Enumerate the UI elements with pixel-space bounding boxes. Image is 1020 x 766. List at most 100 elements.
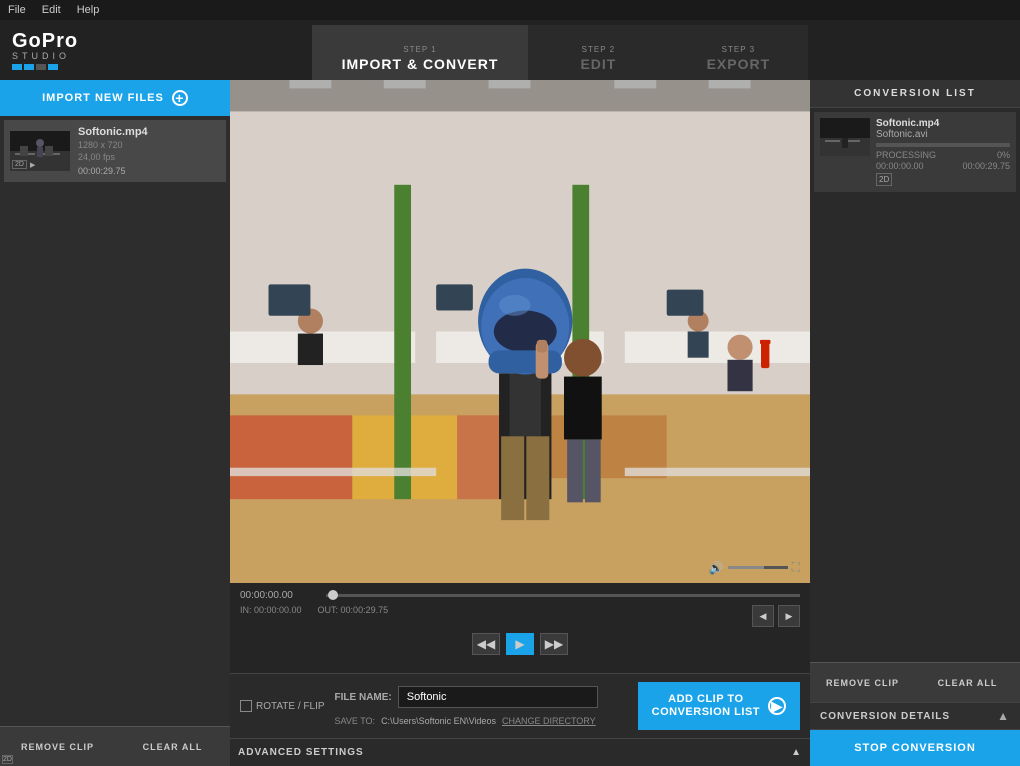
right-clear-all-button[interactable]: CLEAR ALL: [915, 662, 1020, 702]
dot-1: [12, 64, 22, 70]
conv-badge: 2D: [876, 173, 892, 186]
tab-edit[interactable]: STEP 2 EDIT: [528, 25, 668, 80]
dot-4: [48, 64, 58, 70]
advanced-settings-label: ADVANCED SETTINGS: [238, 747, 364, 758]
saveto-label: SAVE TO:: [335, 716, 376, 726]
left-panel: IMPORT NEW FILES +: [0, 80, 230, 766]
menu-edit[interactable]: Edit: [42, 4, 61, 16]
file-name: Softonic.mp4: [78, 126, 220, 138]
conversion-items: 2D Softonic.mp4 Softonic.avi PROCESSING …: [810, 108, 1020, 662]
in-out-info: IN: 00:00:00.00 OUT: 00:00:29.75 ◀ ▶: [240, 603, 800, 629]
volume-icon: 🔊: [709, 561, 724, 575]
timeline-track[interactable]: [326, 594, 800, 597]
add-icon: ▶: [768, 697, 786, 715]
stop-conversion-button[interactable]: STOP CONVERSION: [810, 730, 1020, 766]
volume-fill: [728, 566, 764, 569]
steps-area: STEP 1 IMPORT & CONVERT STEP 2 EDIT STEP…: [112, 20, 1008, 80]
header: GoPro STUDIO STEP 1 IMPORT & CONVERT STE…: [0, 20, 1020, 80]
out-button[interactable]: ▶: [778, 605, 800, 627]
conversion-list-header: CONVERSION LIST: [810, 80, 1020, 108]
file-thumbnail: 2D ▶: [10, 131, 70, 171]
dot-2: [24, 64, 34, 70]
right-panel: CONVERSION LIST 2D Softonic.mp4: [810, 80, 1020, 766]
conversion-details-bar[interactable]: CONVERSION DETAILS ▲: [810, 702, 1020, 730]
add-to-conversion-list-button[interactable]: ADD CLIP TOCONVERSION LIST ▶: [638, 682, 800, 730]
timeline-bar: 00:00:00.00: [240, 583, 800, 603]
conv-filename-in: Softonic.mp4: [876, 118, 1010, 129]
conv-thumbnail: 2D: [820, 118, 870, 156]
menu-bar: File Edit Help: [0, 0, 1020, 20]
rotate-checkbox[interactable]: [240, 700, 252, 712]
fullscreen-icon[interactable]: ⛶: [792, 560, 800, 575]
volume-row: 🔊 ⛶: [709, 560, 800, 575]
fast-forward-button[interactable]: ▶▶: [540, 633, 568, 655]
left-bottom-buttons: REMOVE CLIP CLEAR ALL: [0, 726, 230, 766]
conv-processing-pct: 0%: [997, 150, 1010, 160]
import-label: IMPORT NEW FILES: [42, 92, 164, 104]
video-controls: 00:00:00.00 IN: 00:00:00.00 OUT: 00:00:2…: [230, 583, 810, 673]
rotate-flip-control: ROTATE / FLIP: [240, 700, 325, 712]
logo-dots: [12, 64, 58, 70]
advanced-settings-toggle: ▲: [791, 747, 802, 758]
video-area: [230, 80, 810, 583]
file-info: Softonic.mp4 1280 x 720 24,00 fps 00:00:…: [78, 126, 220, 176]
file-resolution: 1280 x 720: [78, 140, 220, 150]
gopro-logo: GoPro: [12, 30, 78, 53]
change-directory-button[interactable]: CHANGE DIRECTORY: [502, 716, 596, 726]
conversion-list-title: CONVERSION LIST: [854, 88, 976, 99]
menu-file[interactable]: File: [8, 4, 26, 16]
conv-time-start: 00:00:00.00: [876, 161, 924, 171]
step3-name: EXPORT: [707, 56, 771, 72]
file-duration: 00:00:29.75: [78, 166, 126, 176]
studio-label: STUDIO: [12, 51, 70, 61]
right-bottom: REMOVE CLIP CLEAR ALL CONVERSION DETAILS…: [810, 662, 1020, 766]
menu-help[interactable]: Help: [77, 4, 100, 16]
in-point: IN: 00:00:00.00: [240, 605, 302, 627]
conversion-item[interactable]: 2D Softonic.mp4 Softonic.avi PROCESSING …: [814, 112, 1016, 192]
import-new-files-button[interactable]: IMPORT NEW FILES +: [0, 80, 230, 116]
rewind-button[interactable]: ◀◀: [472, 633, 500, 655]
file-fps: 24,00 fps: [78, 152, 220, 162]
file-bottom: 00:00:29.75: [78, 166, 220, 176]
right-button-row: REMOVE CLIP CLEAR ALL: [810, 662, 1020, 702]
conv-time-row: 00:00:00.00 00:00:29.75: [876, 161, 1010, 171]
rotate-label: ROTATE / FLIP: [256, 701, 325, 712]
step3-label: STEP 3: [722, 45, 755, 54]
conversion-details-arrow: ▲: [997, 709, 1010, 723]
in-button[interactable]: ◀: [752, 605, 774, 627]
advanced-settings-bar[interactable]: ADVANCED SETTINGS ▲: [230, 738, 810, 766]
saveto-row: SAVE TO: C:\Users\Softonic EN\Videos CHA…: [335, 716, 628, 726]
clear-all-button[interactable]: CLEAR ALL: [115, 726, 230, 766]
conv-status-row: PROCESSING 0%: [876, 150, 1010, 160]
video-frame: [230, 80, 810, 583]
main-layout: IMPORT NEW FILES +: [0, 80, 1020, 766]
playback-row: ◀◀ ▶ ▶▶: [240, 629, 800, 659]
timeline-thumb: [328, 590, 338, 600]
conv-info: Softonic.mp4 Softonic.avi PROCESSING 0% …: [876, 118, 1010, 186]
step2-label: STEP 2: [582, 45, 615, 54]
tab-import-convert[interactable]: STEP 1 IMPORT & CONVERT: [312, 25, 529, 80]
conv-progress-bar: [876, 143, 1010, 147]
play-button[interactable]: ▶: [506, 633, 534, 655]
out-point: OUT: 00:00:29.75: [318, 605, 389, 627]
plus-icon: +: [172, 90, 188, 106]
conv-filename-out: Softonic.avi: [876, 129, 1010, 140]
step2-name: EDIT: [580, 56, 616, 72]
saveto-path: C:\Users\Softonic EN\Videos: [381, 716, 496, 726]
dot-3: [36, 64, 46, 70]
file-list: 2D ▶ Softonic.mp4 1280 x 720 24,00 fps 0…: [0, 116, 230, 726]
filename-input[interactable]: [398, 686, 598, 708]
bottom-controls: ROTATE / FLIP FILE NAME: SAVE TO: C:\Use…: [230, 673, 810, 738]
logo-area: GoPro STUDIO: [12, 30, 112, 70]
remove-clip-button[interactable]: REMOVE CLIP: [0, 726, 115, 766]
filename-label: FILE NAME:: [335, 692, 392, 703]
file-item[interactable]: 2D ▶ Softonic.mp4 1280 x 720 24,00 fps 0…: [4, 120, 226, 182]
volume-track[interactable]: [728, 566, 788, 569]
conversion-details-label: CONVERSION DETAILS: [820, 711, 950, 722]
tab-export[interactable]: STEP 3 EXPORT: [668, 25, 808, 80]
add-button-label: ADD CLIP TOCONVERSION LIST: [652, 693, 760, 719]
right-remove-clip-button[interactable]: REMOVE CLIP: [810, 662, 915, 702]
center-panel: 00:00:00.00 IN: 00:00:00.00 OUT: 00:00:2…: [230, 80, 810, 766]
step1-label: STEP 1: [403, 45, 436, 54]
step1-name: IMPORT & CONVERT: [342, 56, 499, 72]
